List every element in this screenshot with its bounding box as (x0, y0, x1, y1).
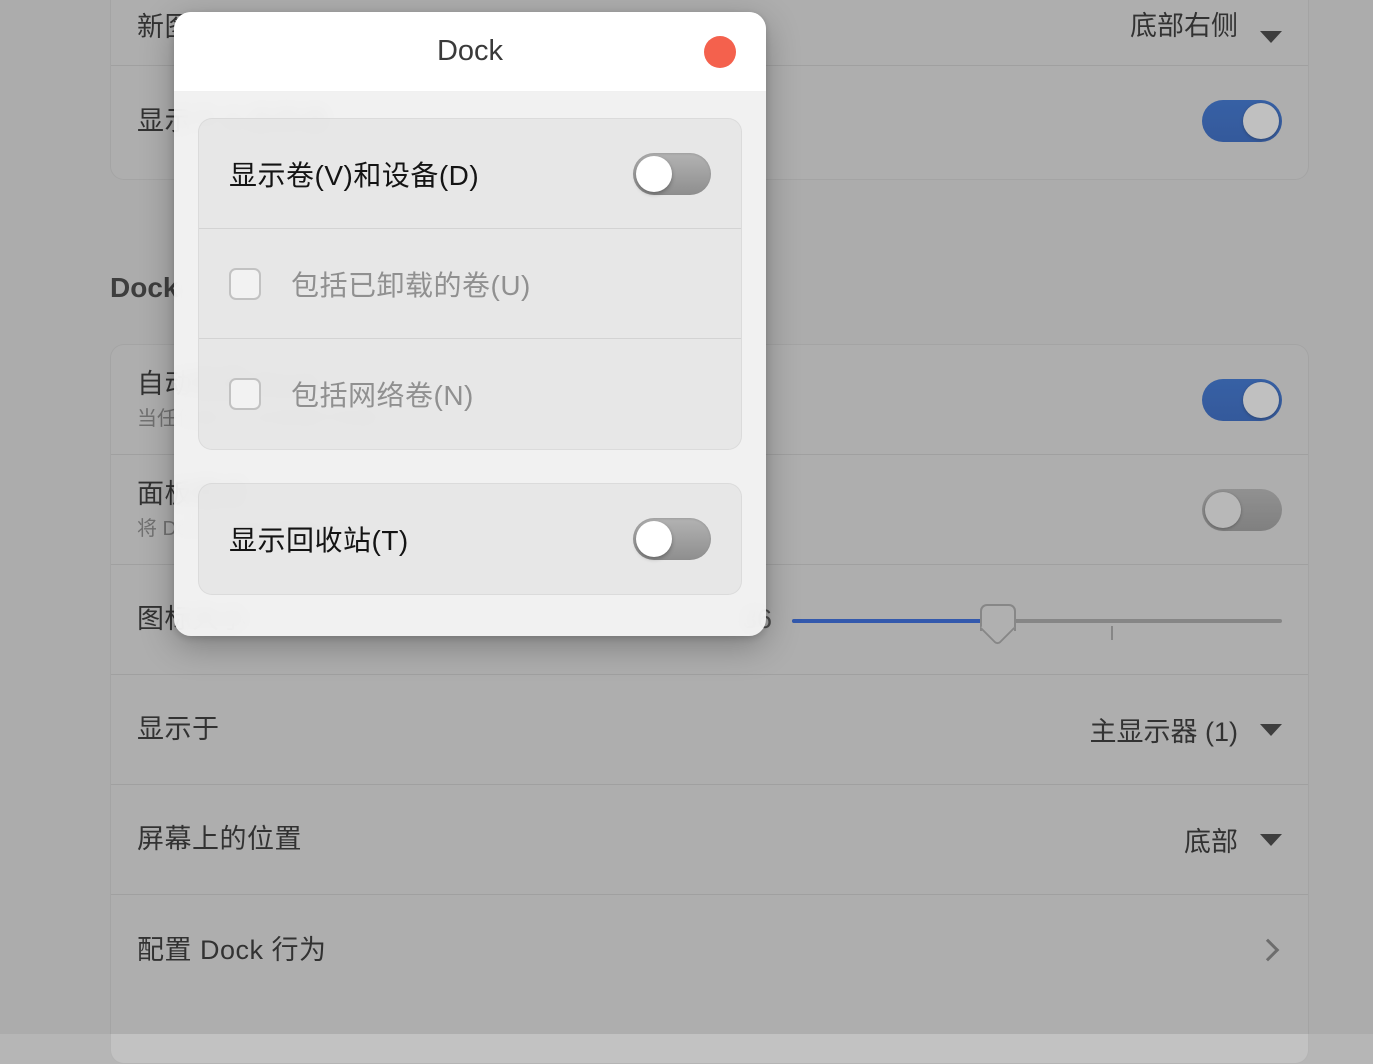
card-row-include-unmounted[interactable]: 包括已卸载的卷(U) (199, 229, 741, 339)
dialog-body: 显示卷(V)和设备(D) 包括已卸载的卷(U) 包括网络卷(N) 显示回收站(T… (174, 92, 766, 621)
toggle-show-volumes-and-devices[interactable] (633, 152, 711, 195)
card-row-include-network[interactable]: 包括网络卷(N) (199, 339, 741, 449)
dialog-title: Dock (436, 35, 504, 67)
card-row-show-volumes[interactable]: 显示卷(V)和设备(D) (199, 119, 741, 229)
dock-dialog: Dock 显示卷(V)和设备(D) 包括已卸载的卷(U) 包括网络卷(N) 显示… (174, 12, 766, 636)
card-row-show-trash[interactable]: 显示回收站(T) (199, 484, 741, 594)
card-label: 包括网络卷(N) (291, 380, 474, 411)
checkbox-include-network-volumes[interactable] (229, 378, 261, 410)
trash-card: 显示回收站(T) (198, 483, 742, 595)
card-label: 显示回收站(T) (229, 525, 409, 556)
card-label: 显示卷(V)和设备(D) (229, 159, 480, 191)
toggle-show-trash[interactable] (633, 518, 711, 560)
toggle-knob (636, 521, 672, 557)
dialog-titlebar: Dock (174, 12, 766, 92)
volumes-card: 显示卷(V)和设备(D) 包括已卸载的卷(U) 包括网络卷(N) (198, 118, 742, 450)
toggle-knob (636, 155, 672, 192)
card-label: 包括已卸载的卷(U) (291, 269, 531, 301)
checkbox-include-unmounted-volumes[interactable] (229, 267, 261, 300)
close-icon[interactable] (704, 35, 736, 68)
